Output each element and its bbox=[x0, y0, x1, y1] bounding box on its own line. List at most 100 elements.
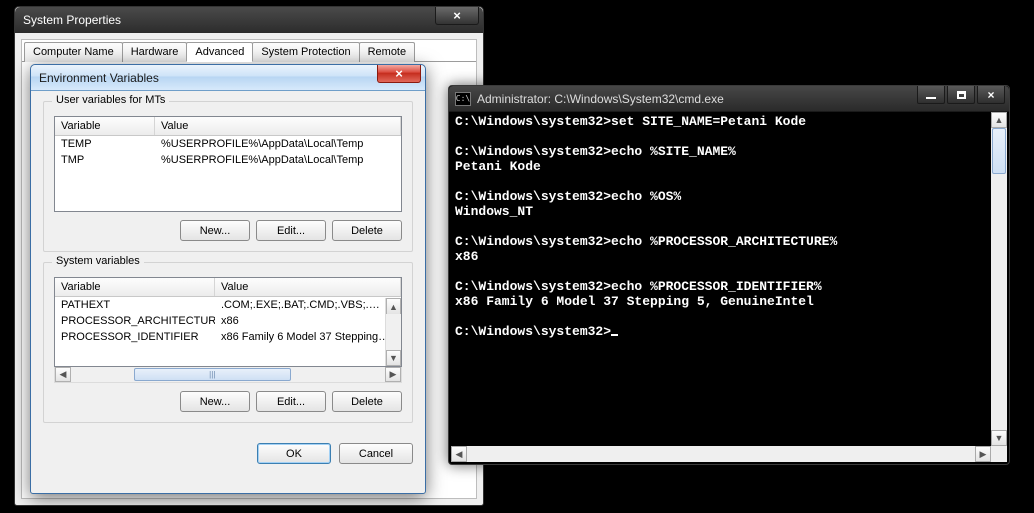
list-header: Variable Value bbox=[55, 278, 401, 297]
system-variables-buttons: New... Edit... Delete bbox=[54, 391, 402, 412]
user-variables-legend: User variables for MTs bbox=[52, 94, 169, 106]
scroll-down-icon[interactable]: ▼ bbox=[991, 430, 1007, 446]
system-list-hscroll[interactable]: ◀ ||| ▶ bbox=[54, 367, 402, 383]
scroll-right-icon[interactable]: ▶ bbox=[975, 446, 991, 462]
cell-val: .COM;.EXE;.BAT;.CMD;.VBS;.… bbox=[215, 297, 401, 313]
environment-variables-dialog: Environment Variables × User variables f… bbox=[30, 64, 426, 494]
env-close-button[interactable]: × bbox=[377, 65, 421, 83]
hscroll-thumb[interactable]: ||| bbox=[134, 368, 291, 381]
system-variables-legend: System variables bbox=[52, 255, 144, 267]
button-label: Edit... bbox=[277, 225, 305, 237]
vscroll-thumb[interactable] bbox=[992, 128, 1006, 174]
button-label: Cancel bbox=[359, 448, 393, 460]
cell-var: PATHEXT bbox=[55, 297, 215, 313]
hscroll-track[interactable] bbox=[467, 446, 975, 462]
tab-label: Remote bbox=[368, 46, 407, 58]
col-value[interactable]: Value bbox=[215, 278, 401, 296]
cell-var: TMP bbox=[55, 152, 155, 168]
list-row[interactable]: PROCESSOR_IDENTIFIER x86 Family 6 Model … bbox=[55, 329, 401, 345]
system-properties-titlebar[interactable]: System Properties × bbox=[15, 7, 483, 33]
env-body: User variables for MTs Variable Value TE… bbox=[31, 91, 425, 443]
system-delete-button[interactable]: Delete bbox=[332, 391, 402, 412]
cell-var: PROCESSOR_ARCHITECTURE bbox=[55, 313, 215, 329]
user-variables-list[interactable]: Variable Value TEMP %USERPROFILE%\AppDat… bbox=[54, 116, 402, 212]
scroll-grip-icon: ||| bbox=[209, 370, 215, 379]
list-row[interactable]: PATHEXT .COM;.EXE;.BAT;.CMD;.VBS;.… bbox=[55, 297, 401, 313]
tab-hardware[interactable]: Hardware bbox=[122, 42, 188, 62]
system-properties-title: System Properties bbox=[23, 13, 121, 27]
tab-advanced[interactable]: Advanced bbox=[186, 42, 253, 62]
scroll-down-icon[interactable]: ▼ bbox=[386, 350, 401, 366]
user-variables-buttons: New... Edit... Delete bbox=[54, 220, 402, 241]
scroll-up-icon[interactable]: ▲ bbox=[991, 112, 1007, 128]
cell-val: %USERPROFILE%\AppData\Local\Temp bbox=[155, 136, 401, 152]
tab-computer-name[interactable]: Computer Name bbox=[24, 42, 123, 62]
tab-label: Advanced bbox=[195, 46, 244, 58]
cmd-titlebar[interactable]: C:\ Administrator: C:\Windows\System32\c… bbox=[449, 86, 1009, 112]
scroll-left-icon[interactable]: ◀ bbox=[55, 367, 71, 382]
cmd-icon: C:\ bbox=[455, 92, 471, 106]
cancel-button[interactable]: Cancel bbox=[339, 443, 413, 464]
tab-remote[interactable]: Remote bbox=[359, 42, 416, 62]
tab-label: Computer Name bbox=[33, 46, 114, 58]
cell-val: x86 Family 6 Model 37 Stepping… bbox=[215, 329, 401, 345]
hscroll-track[interactable]: ||| bbox=[71, 367, 385, 382]
button-label: New... bbox=[200, 396, 231, 408]
close-icon: × bbox=[453, 8, 461, 23]
system-variables-group: System variables Variable Value PATHEXT … bbox=[43, 262, 413, 423]
button-label: Delete bbox=[351, 225, 383, 237]
button-label: New... bbox=[200, 225, 231, 237]
env-titlebar[interactable]: Environment Variables × bbox=[31, 65, 425, 91]
cmd-hscroll[interactable]: ◀ ▶ bbox=[451, 446, 991, 462]
cmd-title: Administrator: C:\Windows\System32\cmd.e… bbox=[477, 92, 724, 106]
env-title: Environment Variables bbox=[39, 71, 159, 85]
button-label: OK bbox=[286, 448, 302, 460]
user-delete-button[interactable]: Delete bbox=[332, 220, 402, 241]
ok-button[interactable]: OK bbox=[257, 443, 331, 464]
cmd-vscroll[interactable]: ▲ ▼ bbox=[991, 112, 1007, 446]
cursor bbox=[611, 334, 618, 336]
col-variable[interactable]: Variable bbox=[55, 117, 155, 135]
maximize-icon bbox=[957, 91, 966, 99]
cell-var: PROCESSOR_IDENTIFIER bbox=[55, 329, 215, 345]
cell-var: TEMP bbox=[55, 136, 155, 152]
scroll-left-icon[interactable]: ◀ bbox=[451, 446, 467, 462]
cell-val: %USERPROFILE%\AppData\Local\Temp bbox=[155, 152, 401, 168]
cmd-client-area: C:\Windows\system32>set SITE_NAME=Petani… bbox=[451, 112, 1007, 462]
system-new-button[interactable]: New... bbox=[180, 391, 250, 412]
cmd-icon-text: C:\ bbox=[456, 94, 470, 103]
tab-system-protection[interactable]: System Protection bbox=[252, 42, 359, 62]
button-label: Delete bbox=[351, 396, 383, 408]
list-row[interactable]: TMP %USERPROFILE%\AppData\Local\Temp bbox=[55, 152, 401, 168]
env-dialog-buttons: OK Cancel bbox=[31, 443, 425, 474]
tab-label: System Protection bbox=[261, 46, 350, 58]
cell-val: x86 bbox=[215, 313, 401, 329]
button-label: Edit... bbox=[277, 396, 305, 408]
maximize-button[interactable] bbox=[947, 86, 975, 104]
col-variable[interactable]: Variable bbox=[55, 278, 215, 296]
window-controls: × bbox=[915, 86, 1005, 104]
list-header: Variable Value bbox=[55, 117, 401, 136]
list-row[interactable]: TEMP %USERPROFILE%\AppData\Local\Temp bbox=[55, 136, 401, 152]
list-row[interactable]: PROCESSOR_ARCHITECTURE x86 bbox=[55, 313, 401, 329]
scroll-right-icon[interactable]: ▶ bbox=[385, 367, 401, 382]
user-new-button[interactable]: New... bbox=[180, 220, 250, 241]
scroll-corner bbox=[991, 446, 1007, 462]
user-variables-group: User variables for MTs Variable Value TE… bbox=[43, 101, 413, 252]
cmd-close-button[interactable]: × bbox=[977, 86, 1005, 104]
system-edit-button[interactable]: Edit... bbox=[256, 391, 326, 412]
tab-label: Hardware bbox=[131, 46, 179, 58]
system-variables-list[interactable]: Variable Value PATHEXT .COM;.EXE;.BAT;.C… bbox=[54, 277, 402, 367]
user-edit-button[interactable]: Edit... bbox=[256, 220, 326, 241]
minimize-button[interactable] bbox=[917, 86, 945, 104]
close-icon: × bbox=[395, 66, 403, 81]
close-icon: × bbox=[987, 88, 994, 102]
system-properties-close-button[interactable]: × bbox=[435, 7, 479, 25]
cmd-window: C:\ Administrator: C:\Windows\System32\c… bbox=[448, 85, 1010, 465]
scroll-up-icon[interactable]: ▲ bbox=[386, 298, 401, 314]
minimize-icon bbox=[926, 97, 936, 99]
system-list-vscroll[interactable]: ▲ ▼ bbox=[385, 298, 401, 366]
col-value[interactable]: Value bbox=[155, 117, 401, 135]
cmd-text-area[interactable]: C:\Windows\system32>set SITE_NAME=Petani… bbox=[451, 112, 991, 446]
system-properties-tabs: Computer Name Hardware Advanced System P… bbox=[22, 40, 476, 62]
